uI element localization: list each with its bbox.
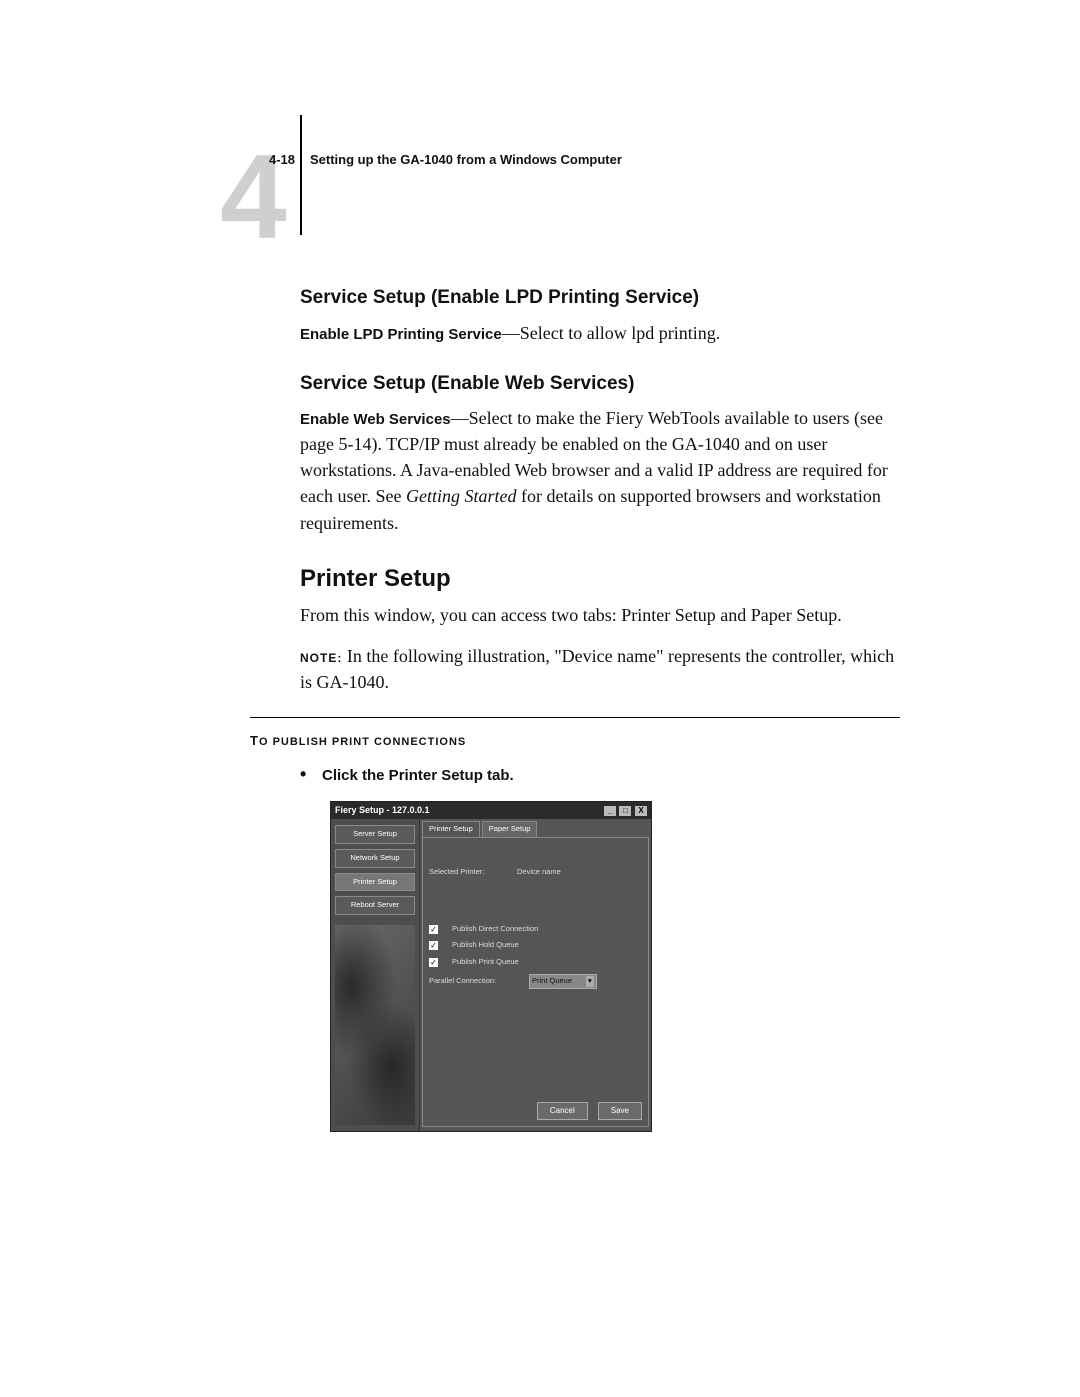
parallel-row: Parallel Connection: Print Queue ▾ [429, 974, 642, 989]
heading-lpd: Service Setup (Enable LPD Printing Servi… [300, 284, 900, 312]
tab-bar: Printer Setup Paper Setup [420, 819, 651, 837]
window-controls: _ □ X [603, 804, 647, 817]
window-sidebar: Server Setup Network Setup Printer Setup… [331, 819, 419, 1132]
checkbox-hold[interactable]: ✓ [429, 941, 438, 950]
tab-paper-setup[interactable]: Paper Setup [482, 821, 538, 837]
lead-web: Enable Web Services [300, 411, 451, 428]
tab-printer-setup[interactable]: Printer Setup [422, 821, 480, 837]
chevron-down-icon: ▾ [586, 976, 594, 987]
checkbox-direct-row: ✓ Publish Direct Connection [429, 924, 642, 935]
note-label: NOTE: [300, 651, 342, 665]
body-lpd: —Select to allow lpd printing. [502, 323, 720, 343]
checkbox-hold-label: Publish Hold Queue [452, 940, 519, 951]
page-content: Service Setup (Enable LPD Printing Servi… [300, 150, 900, 1132]
sidebar-server-setup[interactable]: Server Setup [335, 825, 415, 844]
checkbox-print-row: ✓ Publish Print Queue [429, 957, 642, 968]
window-titlebar: Fiery Setup - 127.0.0.1 _ □ X [331, 802, 651, 819]
close-icon[interactable]: X [635, 806, 647, 816]
step-text: Click the Printer Setup tab. [322, 765, 514, 787]
note-body: In the following illustration, "Device n… [300, 646, 894, 692]
body-web-ital: Getting Started [406, 486, 517, 506]
parallel-label: Parallel Connection: [429, 976, 519, 987]
selected-printer-label: Selected Printer: [429, 867, 507, 878]
maximize-icon[interactable]: □ [619, 806, 631, 816]
paragraph-web: Enable Web Services—Select to make the F… [300, 405, 900, 535]
parallel-select[interactable]: Print Queue ▾ [529, 974, 597, 989]
task-heading: TO PUBLISH PRINT CONNECTIONS [250, 732, 900, 751]
task-heading-first: T [250, 733, 259, 748]
heading-web: Service Setup (Enable Web Services) [300, 370, 900, 398]
selected-printer-row: Selected Printer: Device name [429, 867, 642, 878]
window-main: Printer Setup Paper Setup Selected Print… [419, 819, 651, 1132]
sidebar-reboot-server[interactable]: Reboot Server [335, 896, 415, 915]
fiery-setup-window: Fiery Setup - 127.0.0.1 _ □ X Server Set… [330, 801, 652, 1133]
save-button[interactable]: Save [598, 1102, 642, 1120]
checkbox-direct[interactable]: ✓ [429, 925, 438, 934]
chapter-number: 4 [220, 110, 283, 284]
window-title: Fiery Setup - 127.0.0.1 [335, 804, 430, 817]
parallel-select-value: Print Queue [532, 976, 572, 987]
paragraph-printer-body: From this window, you can access two tab… [300, 602, 900, 628]
page-number: 4-18 [269, 151, 295, 170]
sidebar-decor [335, 925, 415, 1125]
checkbox-hold-row: ✓ Publish Hold Queue [429, 940, 642, 951]
minimize-icon[interactable]: _ [604, 806, 616, 816]
paragraph-note: NOTE: In the following illustration, "De… [300, 643, 900, 695]
checkbox-direct-label: Publish Direct Connection [452, 924, 538, 935]
paragraph-lpd: Enable LPD Printing Service—Select to al… [300, 320, 900, 346]
checkbox-print[interactable]: ✓ [429, 958, 438, 967]
task-heading-rest: O PUBLISH PRINT CONNECTIONS [259, 736, 466, 748]
sidebar-network-setup[interactable]: Network Setup [335, 849, 415, 868]
selected-printer-value: Device name [517, 867, 561, 878]
heading-printer-setup: Printer Setup [300, 562, 900, 597]
cancel-button[interactable]: Cancel [537, 1102, 588, 1120]
panel-footer: Cancel Save [429, 1102, 642, 1120]
section-divider [250, 717, 900, 718]
step-bullet: • [300, 761, 322, 787]
step-row: • Click the Printer Setup tab. [300, 761, 900, 787]
lead-lpd: Enable LPD Printing Service [300, 326, 502, 343]
checkbox-print-label: Publish Print Queue [452, 957, 519, 968]
sidebar-printer-setup[interactable]: Printer Setup [335, 873, 415, 892]
tab-panel: Selected Printer: Device name ✓ Publish … [422, 837, 649, 1127]
